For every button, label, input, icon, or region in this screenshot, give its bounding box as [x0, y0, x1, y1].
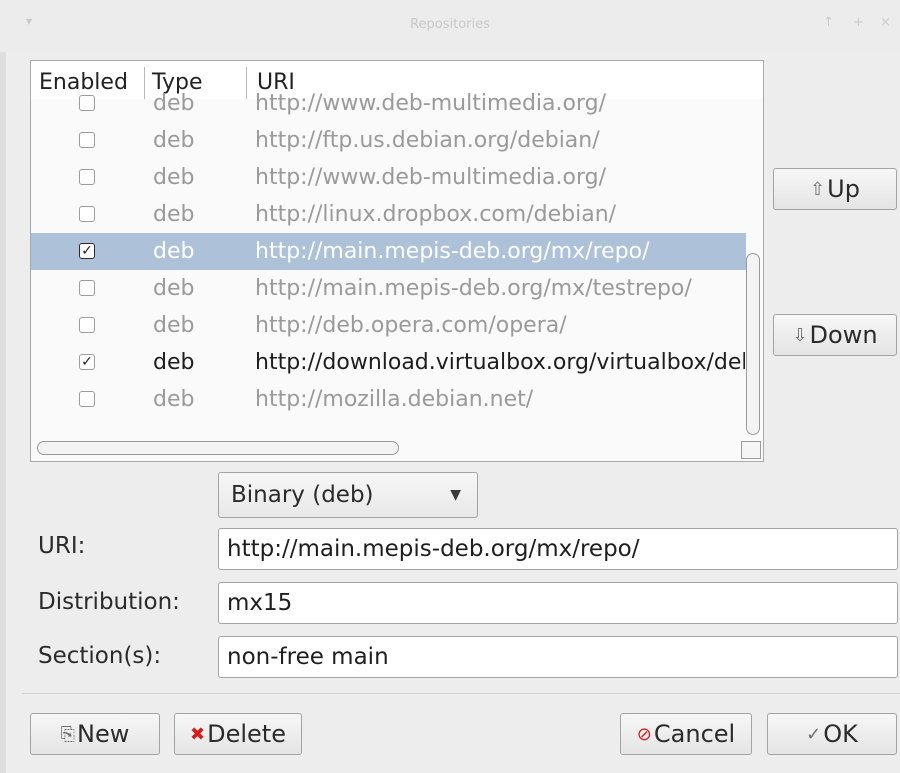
type-cell: deb	[153, 313, 195, 338]
distribution-label: Distribution:	[38, 589, 180, 615]
ok-button[interactable]: ✓OK	[767, 713, 897, 755]
horizontal-scrollbar[interactable]	[37, 441, 399, 455]
enabled-checkbox[interactable]	[79, 206, 95, 222]
up-button[interactable]: ⇧Up	[773, 168, 897, 210]
uri-cell: http://download.virtualbox.org/virtualbo…	[255, 350, 745, 375]
table-row[interactable]: deb http://linux.dropbox.com/debian/	[31, 196, 746, 233]
new-document-icon: ⎘	[60, 724, 76, 745]
type-cell: deb	[153, 202, 195, 227]
cancel-label: Cancel	[653, 720, 736, 748]
new-label: New	[77, 720, 130, 748]
enabled-checkbox[interactable]	[79, 95, 95, 111]
delete-label: Delete	[207, 720, 286, 748]
cancel-icon: ⊘	[636, 724, 652, 745]
uri-cell: http://deb.opera.com/opera/	[255, 313, 567, 338]
table-row[interactable]: deb http://www.deb-multimedia.org/	[31, 159, 746, 196]
table-row[interactable]: deb http://deb.opera.com/opera/	[31, 307, 746, 344]
uri-cell: http://main.mepis-deb.org/mx/testrepo/	[255, 276, 692, 301]
type-cell: deb	[153, 128, 195, 153]
cancel-button[interactable]: ⊘Cancel	[620, 713, 752, 755]
enabled-checkbox[interactable]	[79, 169, 95, 185]
check-icon: ✓	[806, 724, 822, 745]
table-row[interactable]: deb http://main.mepis-deb.org/mx/testrep…	[31, 270, 746, 307]
enabled-checkbox[interactable]	[79, 280, 95, 296]
vertical-scrollbar[interactable]	[746, 253, 760, 435]
delete-icon: ✖	[190, 724, 206, 745]
keep-above-icon[interactable]: ↑	[823, 15, 834, 30]
uri-cell: http://main.mepis-deb.org/mx/repo/	[255, 239, 650, 264]
type-cell: deb	[153, 350, 195, 375]
enabled-checkbox[interactable]: ✓	[79, 354, 95, 370]
uri-cell: http://www.deb-multimedia.org/	[255, 91, 606, 116]
arrow-down-icon: ⇩	[792, 325, 808, 346]
sections-field[interactable]	[218, 636, 898, 678]
window-left-edge	[0, 0, 6, 773]
type-cell: deb	[153, 239, 195, 264]
down-button[interactable]: ⇩Down	[773, 314, 897, 356]
arrow-up-icon: ⇧	[810, 179, 826, 200]
window-title: Repositories	[410, 17, 490, 32]
ok-label: OK	[823, 720, 858, 748]
enabled-checkbox[interactable]	[79, 132, 95, 148]
enabled-checkbox[interactable]: ✓	[79, 243, 95, 259]
close-icon[interactable]: ×	[880, 15, 891, 30]
repository-table[interactable]: Enabled Type URI deb http://www.deb-mult…	[30, 60, 764, 462]
delete-button[interactable]: ✖Delete	[174, 713, 302, 755]
enabled-checkbox[interactable]	[79, 317, 95, 333]
sections-label: Section(s):	[38, 643, 162, 669]
table-row[interactable]: ✓ deb http://download.virtualbox.org/vir…	[31, 344, 746, 381]
table-row[interactable]: deb http://mozilla.debian.net/	[31, 381, 746, 418]
table-row[interactable]: ✓ deb http://main.mepis-deb.org/mx/repo/	[31, 233, 746, 270]
table-row[interactable]: deb http://www.deb-multimedia.org/	[31, 85, 746, 122]
type-dropdown[interactable]: Binary (deb) ▼	[218, 472, 478, 518]
down-label: Down	[809, 321, 878, 349]
type-cell: deb	[153, 387, 195, 412]
uri-cell: http://ftp.us.debian.org/debian/	[255, 128, 600, 153]
uri-cell: http://mozilla.debian.net/	[255, 387, 534, 412]
type-cell: deb	[153, 91, 195, 116]
table-row[interactable]: deb http://ftp.us.debian.org/debian/	[31, 122, 746, 159]
scroll-corner	[741, 441, 761, 459]
type-cell: deb	[153, 165, 195, 190]
distribution-field[interactable]	[218, 582, 898, 624]
maximize-icon[interactable]: +	[853, 15, 864, 30]
uri-cell: http://linux.dropbox.com/debian/	[255, 202, 617, 227]
title-bar: ▾ Repositories ↑ + ×	[0, 0, 900, 52]
chevron-down-icon: ▼	[450, 487, 461, 503]
new-button[interactable]: ⎘New	[30, 713, 160, 755]
footer-divider	[22, 693, 900, 694]
type-cell: deb	[153, 276, 195, 301]
uri-label: URI:	[38, 533, 86, 559]
uri-field[interactable]	[218, 528, 898, 570]
enabled-checkbox[interactable]	[79, 391, 95, 407]
uri-cell: http://www.deb-multimedia.org/	[255, 165, 606, 190]
up-label: Up	[827, 175, 860, 203]
type-dropdown-value: Binary (deb)	[231, 482, 374, 508]
